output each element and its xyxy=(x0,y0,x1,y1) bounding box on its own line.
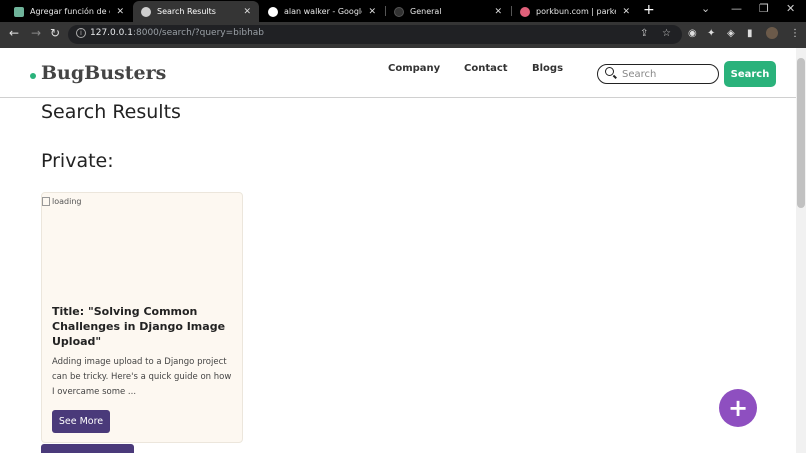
back-icon[interactable]: ← xyxy=(9,26,19,40)
tab-title: Search Results xyxy=(157,7,216,16)
search-input[interactable] xyxy=(622,67,712,81)
tab-title: porkbun.com | parked d... xyxy=(536,7,616,16)
see-more-button[interactable]: See More xyxy=(52,410,110,433)
image-alt-text: loading xyxy=(52,197,82,206)
extension-icon[interactable]: ◉ xyxy=(688,28,697,39)
extension-icon[interactable]: ◈ xyxy=(727,28,735,39)
tab-favicon-icon xyxy=(141,6,151,17)
profile-avatar-icon[interactable] xyxy=(766,27,778,39)
partially-visible-button[interactable] xyxy=(41,444,134,453)
google-favicon-icon xyxy=(268,6,278,17)
restore-icon[interactable]: ❐ xyxy=(759,2,769,15)
tab-favicon-icon xyxy=(14,6,24,17)
tab-title: General xyxy=(410,7,442,16)
side-panel-icon[interactable]: ▮ xyxy=(747,28,753,39)
search-field[interactable] xyxy=(597,64,719,84)
browser-tab-2-active[interactable]: Search Results ✕ xyxy=(133,1,259,22)
browser-toolbar: ← → ↻ i 127.0.0.1:8000/search/?query=bib… xyxy=(0,22,806,48)
forward-icon[interactable]: → xyxy=(31,26,41,40)
tab-favicon-icon xyxy=(394,6,404,17)
browser-tab-1[interactable]: Agregar función de carg... ✕ xyxy=(6,1,132,22)
site-navbar: BugBusters Company Contact Blogs Search xyxy=(0,48,796,98)
minimize-icon[interactable]: — xyxy=(731,2,742,15)
search-icon xyxy=(605,67,614,76)
section-heading: Private: xyxy=(41,150,114,172)
page-viewport: BugBusters Company Contact Blogs Search … xyxy=(0,48,796,453)
add-post-button[interactable]: + xyxy=(719,389,757,427)
browser-tab-5[interactable]: porkbun.com | parked d... ✕ xyxy=(512,1,638,22)
url-host: 127.0.0.1 xyxy=(90,28,133,38)
brand-logo[interactable]: BugBusters xyxy=(30,62,166,84)
tab-favicon-icon xyxy=(520,6,530,17)
tab-close-icon[interactable]: ✕ xyxy=(368,7,376,17)
new-tab-icon[interactable]: + xyxy=(643,2,655,18)
blog-card: loading Title: "Solving Common Challenge… xyxy=(41,192,243,443)
address-bar[interactable]: i 127.0.0.1:8000/search/?query=bibhab ⇪ … xyxy=(68,25,682,44)
scrollbar-thumb[interactable] xyxy=(797,58,805,208)
puzzle-extensions-icon[interactable]: ✦ xyxy=(707,28,715,39)
tab-close-icon[interactable]: ✕ xyxy=(622,7,630,17)
search-button[interactable]: Search xyxy=(724,61,776,87)
bookmark-star-icon[interactable]: ☆ xyxy=(662,28,671,39)
page-title: Search Results xyxy=(41,101,181,123)
share-icon[interactable]: ⇪ xyxy=(640,28,648,39)
browser-tab-bar: Agregar función de carg... ✕ Search Resu… xyxy=(0,0,806,22)
card-title: Title: "Solving Common Challenges in Dja… xyxy=(52,305,226,348)
tab-close-icon[interactable]: ✕ xyxy=(494,7,502,17)
menu-kebab-icon[interactable]: ⋮ xyxy=(790,28,800,39)
card-description: Adding image upload to a Django project … xyxy=(52,357,232,397)
browser-tab-4[interactable]: General ✕ xyxy=(386,1,510,22)
tab-close-icon[interactable]: ✕ xyxy=(116,7,124,17)
brand-name: BugBusters xyxy=(41,62,167,84)
browser-tab-3[interactable]: alan walker - Google Sea... ✕ xyxy=(260,1,384,22)
tab-close-icon[interactable]: ✕ xyxy=(243,7,251,17)
nav-link-contact[interactable]: Contact xyxy=(464,63,508,74)
nav-link-company[interactable]: Company xyxy=(388,63,440,74)
reload-icon[interactable]: ↻ xyxy=(50,26,60,40)
tab-search-chevron-icon[interactable]: ⌄ xyxy=(701,2,710,15)
url-text[interactable]: 127.0.0.1:8000/search/?query=bibhab xyxy=(90,28,264,38)
broken-image-icon xyxy=(42,197,50,206)
tab-title: alan walker - Google Sea... xyxy=(284,7,362,16)
url-path: :8000/search/?query=bibhab xyxy=(132,28,265,38)
page-scrollbar[interactable] xyxy=(796,48,806,453)
close-window-icon[interactable]: ✕ xyxy=(786,2,795,15)
site-info-icon[interactable]: i xyxy=(76,28,86,38)
card-image: loading xyxy=(42,197,81,206)
nav-link-blogs[interactable]: Blogs xyxy=(532,63,563,74)
brand-dot-icon xyxy=(30,73,36,79)
tab-title: Agregar función de carg... xyxy=(30,7,110,16)
